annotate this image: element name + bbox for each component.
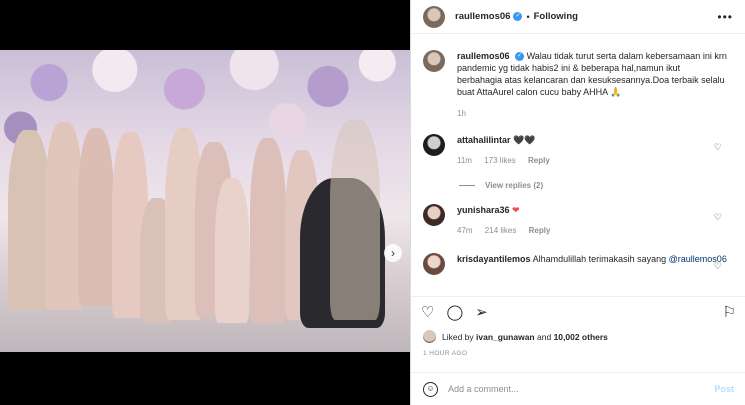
- liker-username[interactable]: ivan_gunawan: [476, 332, 535, 342]
- comment-text: 🖤🖤: [513, 135, 536, 145]
- person: [250, 138, 286, 323]
- view-replies-button[interactable]: View replies (2): [459, 181, 734, 190]
- comment-composer: ☺ Post: [411, 372, 745, 405]
- comment-time[interactable]: 11m: [457, 156, 472, 165]
- comment-likes[interactable]: 173 likes: [484, 156, 516, 165]
- comment-item: attahalilintar 🖤🖤 11m 173 likes Reply ♡: [423, 134, 734, 167]
- comment-input[interactable]: [448, 384, 715, 394]
- post-sidebar: raullemos06 ✓ • Following ••• raullemos0…: [410, 0, 745, 405]
- caption: raullemos06 ✓ Walau tidak turut serta da…: [423, 50, 734, 120]
- post-comment-button[interactable]: Post: [714, 384, 734, 394]
- view-replies-label: View replies (2): [485, 181, 544, 190]
- separator-dot: •: [526, 11, 530, 22]
- commenter-avatar[interactable]: [423, 134, 445, 156]
- comment-text: ❤: [512, 205, 520, 215]
- comment-likes[interactable]: 214 likes: [485, 226, 517, 235]
- caption-time[interactable]: 1h: [457, 109, 466, 118]
- person: [8, 130, 50, 310]
- comment-item: krisdayantilemos Alhamdulillah terimakas…: [423, 253, 734, 275]
- reply-button[interactable]: Reply: [528, 156, 550, 165]
- photo-pane: › 👤: [0, 0, 410, 405]
- likes-prefix: Liked by: [442, 331, 474, 342]
- like-heart-icon[interactable]: ♡: [421, 303, 434, 321]
- comment-bubble-icon[interactable]: ◯: [446, 303, 463, 321]
- post-header: raullemos06 ✓ • Following •••: [411, 0, 745, 34]
- replies-divider: [459, 185, 475, 186]
- verified-badge-icon: ✓: [515, 52, 525, 62]
- author-avatar[interactable]: [423, 5, 445, 28]
- emoji-smiley-icon[interactable]: ☺: [423, 381, 438, 397]
- verified-badge-icon: ✓: [513, 12, 523, 21]
- action-bar: ♡ ◯ ➢ ⚐: [411, 296, 745, 326]
- likes-count[interactable]: 10,002 others: [554, 332, 608, 342]
- more-options-icon[interactable]: •••: [717, 10, 733, 24]
- commenter-avatar[interactable]: [423, 204, 445, 226]
- likes-summary: Liked by ivan_gunawan and 10,002 others: [423, 330, 608, 343]
- comment-item: yunishara36 ❤ 47m 214 likes Reply ♡: [423, 204, 734, 237]
- comments-section: raullemos06 ✓ Walau tidak turut serta da…: [411, 44, 745, 294]
- caption-username[interactable]: raullemos06: [457, 51, 510, 61]
- person: [78, 128, 114, 306]
- likes-middle: and: [537, 331, 552, 342]
- comment-username[interactable]: attahalilintar: [457, 135, 511, 145]
- person: [330, 120, 380, 320]
- liker-avatar[interactable]: [423, 330, 436, 343]
- next-slide-button[interactable]: ›: [384, 244, 402, 262]
- post-photo[interactable]: › 👤: [0, 50, 410, 352]
- author-username[interactable]: raullemos06: [455, 11, 510, 22]
- caption-author-avatar[interactable]: [423, 50, 445, 72]
- like-comment-heart-icon[interactable]: ♡: [714, 212, 722, 223]
- like-comment-heart-icon[interactable]: ♡: [714, 142, 722, 153]
- person: [215, 178, 249, 323]
- comment-username[interactable]: yunishara36: [457, 205, 510, 215]
- instagram-post-view: › 👤 raullemos06 ✓ • Following •••: [0, 0, 745, 405]
- comment-username[interactable]: krisdayantilemos: [457, 254, 531, 264]
- commenter-avatar[interactable]: [423, 253, 445, 275]
- share-paper-plane-icon[interactable]: ➢: [475, 303, 488, 321]
- reply-button[interactable]: Reply: [529, 226, 551, 235]
- bookmark-icon[interactable]: ⚐: [723, 303, 736, 321]
- like-comment-heart-icon[interactable]: ♡: [714, 261, 722, 272]
- comment-time[interactable]: 47m: [457, 226, 473, 235]
- post-timestamp[interactable]: 1 HOUR AGO: [423, 350, 467, 357]
- following-button[interactable]: Following: [534, 11, 578, 22]
- comment-text: Alhamdulillah terimakasih sayang: [532, 254, 667, 264]
